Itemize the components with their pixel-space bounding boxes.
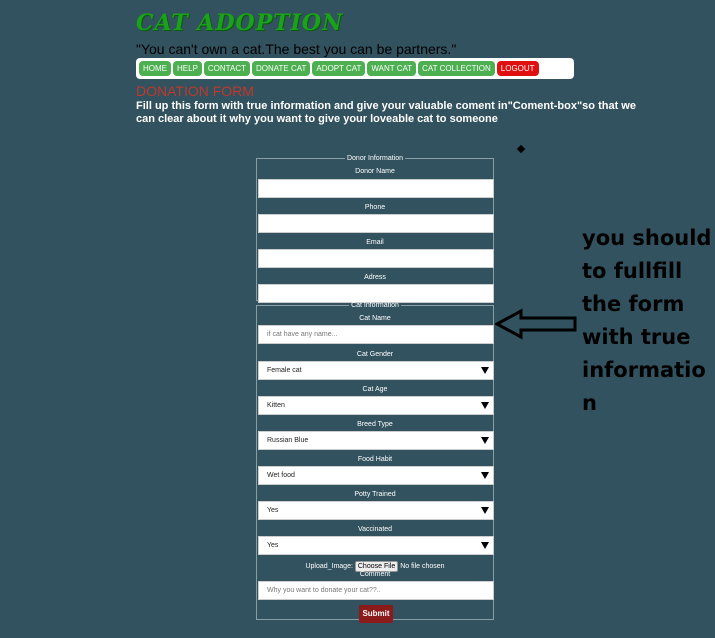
cat-age-label: Cat Age — [362, 386, 388, 393]
donor-legend: Donor Information — [346, 155, 404, 162]
cat-gender-label: Cat Gender — [356, 351, 394, 358]
chevron-down-icon — [481, 437, 489, 444]
cat-name-label: Cat Name — [359, 315, 391, 322]
address-label: Adress — [364, 274, 386, 281]
chevron-down-icon — [481, 507, 489, 514]
tagline: "You can't own a cat.The best you can be… — [136, 41, 457, 57]
cat-information-section: Cat Information Cat Name if cat have any… — [256, 302, 494, 623]
food-habit-select[interactable]: Wet food — [258, 466, 494, 485]
nav-want-cat[interactable]: WANT CAT — [367, 61, 417, 76]
potty-trained-select[interactable]: Yes — [258, 501, 494, 520]
cat-legend: Cat Information — [351, 302, 399, 309]
donation-form-heading: DONATION FORM — [136, 83, 254, 99]
chevron-down-icon — [481, 402, 489, 409]
left-arrow-icon — [495, 308, 577, 340]
vaccinated-select[interactable]: Yes — [258, 536, 494, 555]
breed-type-select[interactable]: Russian Blue — [258, 431, 494, 450]
breed-type-value: Russian Blue — [267, 437, 309, 444]
potty-trained-label: Potty Trained — [354, 491, 396, 498]
address-input[interactable] — [258, 284, 494, 303]
submit-button[interactable]: Submit — [359, 605, 393, 623]
cat-gender-value: Female cat — [267, 367, 302, 374]
cat-name-input[interactable]: if cat have any name... — [258, 325, 494, 344]
chevron-down-icon — [481, 472, 489, 479]
comment-input[interactable]: Why you want to donate your cat??.. — [258, 581, 494, 600]
donor-information-section: Donor Information Donor Name Phone Email… — [256, 155, 494, 303]
nav-logout[interactable]: LOGOUT — [496, 61, 539, 76]
comment-label: Comment — [359, 571, 391, 578]
donor-name-label: Donor Name — [355, 168, 395, 175]
food-habit-value: Wet food — [267, 472, 295, 479]
donation-form-intro: Fill up this form with true information … — [136, 100, 636, 125]
donor-name-input[interactable] — [258, 179, 494, 198]
chevron-down-icon — [481, 367, 489, 374]
nav-adopt-cat[interactable]: ADOPT CAT — [312, 61, 366, 76]
annotation-note: you should to fullfill the form with tru… — [582, 226, 712, 415]
phone-label: Phone — [364, 204, 386, 211]
potty-trained-value: Yes — [267, 507, 279, 514]
food-habit-label: Food Habit — [357, 456, 393, 463]
upload-image-label: Upload_Image: — [305, 563, 353, 570]
dot-decoration — [516, 144, 526, 154]
chevron-down-icon — [481, 542, 489, 549]
cat-gender-select[interactable]: Female cat — [258, 361, 494, 380]
email-input[interactable] — [258, 249, 494, 268]
cat-age-select[interactable]: Kitten — [258, 396, 494, 415]
email-label: Email — [366, 239, 384, 246]
vaccinated-label: Vaccinated — [357, 526, 393, 533]
no-file-chosen-text: No file chosen — [400, 563, 445, 570]
nav-contact[interactable]: CONTACT — [203, 61, 250, 76]
breed-type-label: Breed Type — [357, 421, 393, 428]
nav-home[interactable]: HOME — [139, 61, 171, 76]
nav-cat-collection[interactable]: CAT COLLECTION — [418, 61, 495, 76]
nav-help[interactable]: HELP — [173, 61, 202, 76]
vaccinated-value: Yes — [267, 542, 279, 549]
nav-donate-cat[interactable]: DONATE CAT — [251, 61, 311, 76]
site-title: CAT ADOPTION — [136, 10, 344, 36]
cat-age-value: Kitten — [267, 402, 285, 409]
phone-input[interactable] — [258, 214, 494, 233]
nav-bar: HOME HELP CONTACT DONATE CAT ADOPT CAT W… — [136, 58, 574, 79]
